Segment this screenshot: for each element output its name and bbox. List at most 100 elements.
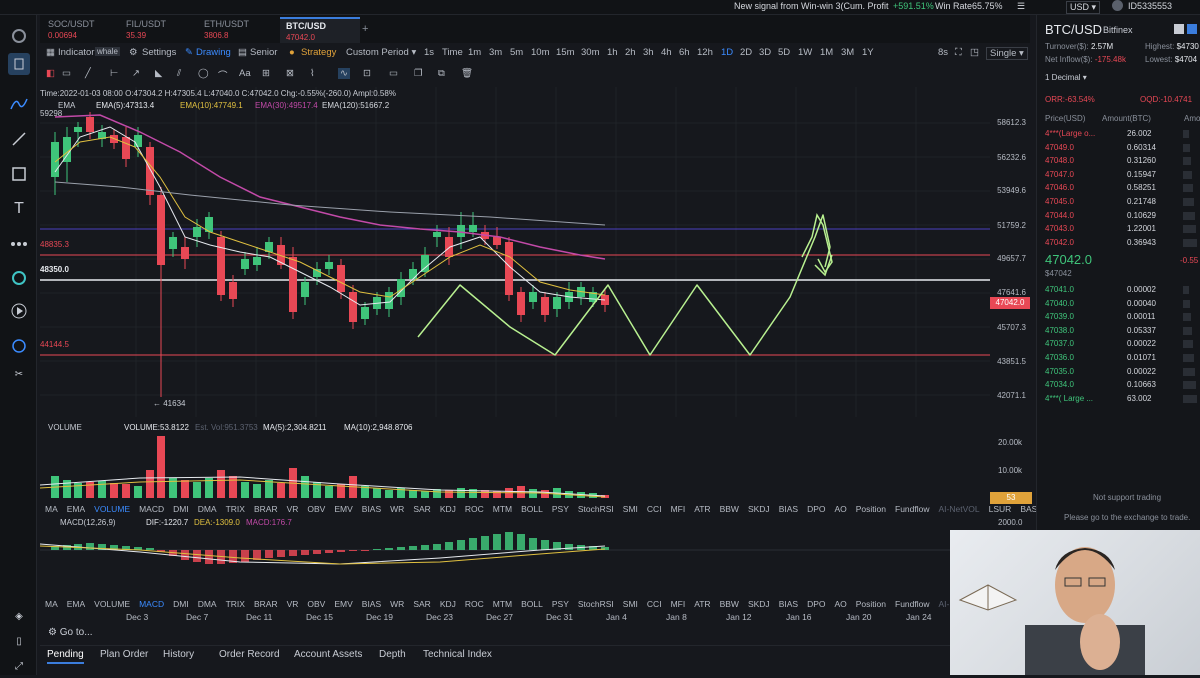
period-2h[interactable]: 2h — [625, 47, 636, 58]
period-3h[interactable]: 3h — [643, 47, 654, 58]
price-chart[interactable]: Time:2022-01-03 08:00 O:47304.2 H:47305.… — [40, 87, 990, 417]
tab-btc[interactable]: BTC/USD 47042.0 — [280, 17, 360, 43]
macd-panel[interactable]: MACD(12,26,9) DIF:-1220.7 DEA:-1309.0 MA… — [39, 514, 990, 596]
indicator-option-brar[interactable]: BRAR — [254, 599, 278, 609]
orderbook-row[interactable]: 4***(Large o... 26.002 — [1045, 129, 1195, 139]
expand-icon[interactable]: ⤢ — [8, 655, 30, 677]
indicator-option-lsur[interactable]: LSUR — [989, 504, 1012, 514]
line-tool-icon[interactable] — [8, 128, 30, 150]
pattern-draw-icon[interactable]: ⊠ — [286, 68, 294, 79]
circle-draw-icon[interactable]: ◯ — [198, 68, 209, 79]
indicator-option-bbw[interactable]: BBW — [720, 504, 739, 514]
strategy-button[interactable]: Strategy — [301, 47, 336, 58]
custom-period-select[interactable]: Custom Period ▾ — [346, 47, 416, 58]
period-12h[interactable]: 12h — [697, 47, 713, 58]
indicator-option-psy[interactable]: PSY — [552, 504, 569, 514]
indicator-option-vr[interactable]: VR — [287, 504, 299, 514]
indicator-option-dmi[interactable]: DMI — [173, 599, 189, 609]
trash-icon[interactable]: 🗑 — [461, 68, 473, 79]
indicator-option-ma[interactable]: MA — [45, 599, 58, 609]
fib-draw-icon[interactable]: ⊞ — [262, 68, 270, 79]
color-b-icon[interactable]: ▭ — [62, 68, 71, 79]
period-6h[interactable]: 6h — [679, 47, 690, 58]
indicator-option-dma[interactable]: DMA — [198, 504, 217, 514]
period-1s[interactable]: 1s — [424, 47, 434, 58]
indicator-option-mtm[interactable]: MTM — [493, 504, 512, 514]
orderbook-row[interactable]: 47041.0 0.00002 — [1045, 285, 1195, 295]
brush-draw-icon[interactable]: ⌇ — [310, 68, 315, 79]
tab-eth[interactable]: ETH/USDT 3806.8 — [198, 17, 278, 43]
volume-title[interactable]: VOLUME — [48, 423, 82, 432]
indicator-option-dmi[interactable]: DMI — [173, 504, 189, 514]
indicator-option-ao[interactable]: AO — [834, 599, 846, 609]
period-1h[interactable]: 1h — [607, 47, 618, 58]
indicator-option-boll[interactable]: BOLL — [521, 599, 543, 609]
period-1mo[interactable]: 1M — [820, 47, 833, 58]
book-icon[interactable] — [8, 53, 30, 75]
indicator-option-bias[interactable]: BIAS — [779, 504, 798, 514]
period-4h[interactable]: 4h — [661, 47, 672, 58]
indicator-option-macd[interactable]: MACD — [139, 504, 164, 514]
indicator-option-atr[interactable]: ATR — [694, 504, 710, 514]
phone-icon[interactable]: ▯ — [8, 630, 30, 652]
orderbook-row[interactable]: 4***( Large ... 63.002 — [1045, 394, 1197, 404]
period-5d[interactable]: 5D — [778, 47, 790, 58]
freehand-draw-icon[interactable]: ∿ — [338, 68, 350, 79]
indicator-option-obv[interactable]: OBV — [307, 599, 325, 609]
indicator-option-position[interactable]: Position — [856, 504, 886, 514]
indicator-option-wr[interactable]: WR — [390, 599, 404, 609]
orderbook-row[interactable]: 47045.0 0.21748 — [1045, 197, 1195, 207]
indicator-option-cci[interactable]: CCI — [647, 599, 662, 609]
tab-depth[interactable]: Depth — [379, 649, 406, 660]
indicator-option-bbw[interactable]: BBW — [720, 599, 739, 609]
indicator-option-ao[interactable]: AO — [834, 504, 846, 514]
signal-text[interactable]: New signal from Win-win 3(Cum. Profit — [734, 1, 889, 11]
period-3d[interactable]: 3D — [759, 47, 771, 58]
period-1m[interactable]: 1m — [468, 47, 481, 58]
indicator-option-stochrsi[interactable]: StochRSI — [578, 599, 614, 609]
indicator-option-skdj[interactable]: SKDJ — [748, 504, 770, 514]
period-10m[interactable]: 10m — [531, 47, 549, 58]
price-axis[interactable]: 58612.3 56232.6 53949.6 51759.2 49657.7 … — [990, 87, 1032, 417]
tab-fil[interactable]: FIL/USDT 35.39 — [120, 17, 200, 43]
indicator-option-ema[interactable]: EMA — [67, 599, 85, 609]
menu-icon[interactable]: ☰ — [1017, 1, 1025, 12]
refresh-interval[interactable]: 8s — [938, 47, 948, 58]
camera-icon[interactable]: ◳ — [970, 47, 979, 58]
eye-icon[interactable]: ◈ — [8, 605, 30, 627]
indicator-option-sar[interactable]: SAR — [413, 504, 430, 514]
period-30m[interactable]: 30m — [581, 47, 599, 58]
color-a-icon[interactable]: ◧ — [46, 68, 55, 79]
star-icon[interactable] — [1187, 24, 1197, 34]
indicator-option-bias[interactable]: BIAS — [779, 599, 798, 609]
indicator-option-atr[interactable]: ATR — [694, 599, 710, 609]
period-1w[interactable]: 1W — [798, 47, 812, 58]
orderbook-row[interactable]: 47037.0 0.00022 — [1045, 339, 1195, 349]
orderbook-row[interactable]: 47047.0 0.15947 — [1045, 170, 1195, 180]
indicator-option-psy[interactable]: PSY — [552, 599, 569, 609]
indicator-option-smi[interactable]: SMI — [623, 599, 638, 609]
orderbook-row[interactable]: 47038.0 0.05337 — [1045, 326, 1195, 336]
indicator-option-obv[interactable]: OBV — [307, 504, 325, 514]
indicator-option-roc[interactable]: ROC — [465, 599, 484, 609]
indicator-option-mfi[interactable]: MFI — [671, 504, 686, 514]
period-3m[interactable]: 3m — [489, 47, 502, 58]
indicator-option-roc[interactable]: ROC — [465, 504, 484, 514]
whale-badge[interactable]: whale — [95, 47, 120, 56]
indicator-option-emv[interactable]: EMV — [334, 599, 352, 609]
text-draw-icon[interactable]: Aa — [239, 68, 251, 79]
duplicate-icon[interactable]: ⧉ — [438, 68, 445, 79]
channel-draw-icon[interactable]: ⫽ — [177, 68, 181, 79]
fullscreen-icon[interactable]: ⛶ — [955, 47, 962, 58]
hline-draw-icon[interactable]: ⊢ — [110, 68, 118, 79]
tab-history[interactable]: History — [163, 649, 194, 660]
period-5m[interactable]: 5m — [510, 47, 523, 58]
nodes-tool-icon[interactable] — [8, 233, 30, 255]
arc-draw-icon[interactable]: ⌒ — [218, 68, 228, 82]
orderbook-row[interactable]: 47048.0 0.31260 — [1045, 156, 1195, 166]
play-icon[interactable] — [8, 300, 30, 322]
rectangle-tool-icon[interactable] — [8, 163, 30, 185]
indicator-option-fundflow[interactable]: Fundflow — [895, 504, 930, 514]
orderbook-row[interactable]: 47042.0 0.36943 — [1045, 238, 1197, 248]
tab-plan-order[interactable]: Plan Order — [100, 649, 148, 660]
